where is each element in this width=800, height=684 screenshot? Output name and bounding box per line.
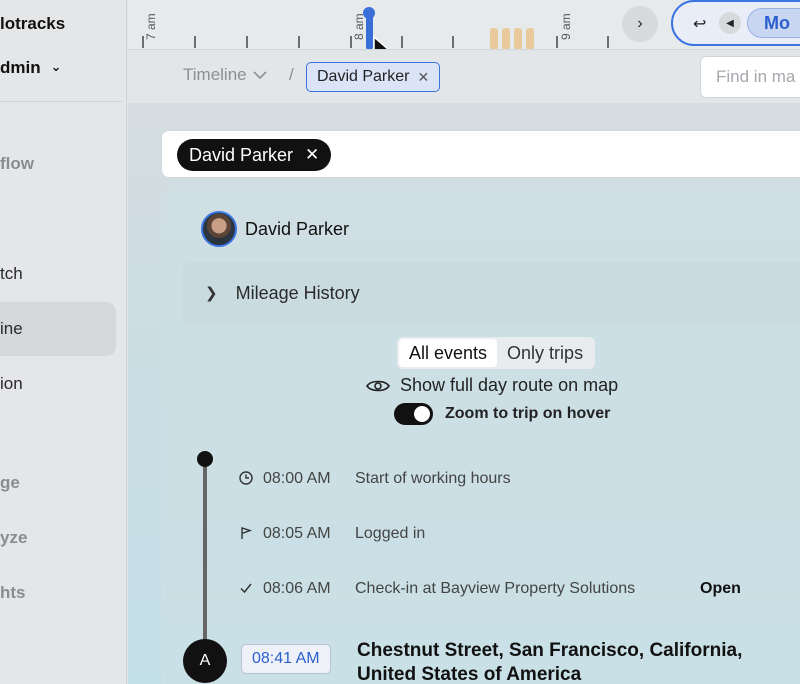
map-search-input[interactable]: Find in ma — [700, 56, 800, 98]
open-link[interactable]: Open — [700, 580, 741, 598]
chevron-right-icon: › — [637, 15, 643, 32]
previous-icon[interactable]: ◀ — [719, 12, 741, 34]
stop-time-badge[interactable]: 08:41 AM — [241, 644, 331, 674]
role-selector[interactable]: dmin ⌄ — [0, 58, 62, 78]
role-label: dmin — [0, 58, 41, 77]
breadcrumb-separator: / — [289, 65, 294, 84]
event-time: 08:00 AM — [263, 470, 331, 487]
sidebar-item-manage[interactable]: ge — [0, 456, 116, 510]
timeline-tick — [142, 36, 144, 48]
activity-block[interactable] — [490, 28, 498, 49]
timeline-next-button[interactable]: › — [622, 6, 658, 42]
show-route-label: Show full day route on map — [400, 375, 619, 395]
sidebar-item-timeline[interactable]: ine — [0, 302, 116, 356]
breadcrumb-current-label: David Parker — [317, 68, 410, 85]
chevron-down-icon — [253, 71, 267, 80]
hour-label: 7 am — [144, 13, 158, 40]
event-text: Start of working hours — [355, 470, 511, 487]
sidebar-item-workflow[interactable]: flow — [0, 137, 116, 191]
timeline-scrubber-handle[interactable] — [363, 7, 375, 19]
timeline-tick — [246, 36, 248, 48]
eye-icon — [366, 380, 390, 391]
sidebar-divider — [0, 101, 122, 102]
timeline-start-dot — [197, 451, 213, 467]
sidebar-item-analyze[interactable]: yze — [0, 511, 116, 565]
close-icon[interactable]: ✕ — [305, 145, 319, 165]
timeline-tick — [556, 36, 558, 48]
sidebar-item-label: ge — [0, 473, 20, 492]
mileage-history-row[interactable]: ❯ Mileage History — [183, 262, 800, 324]
chevron-down-icon: ⌄ — [50, 59, 62, 74]
activity-block[interactable] — [502, 28, 510, 49]
chevron-right-icon: ❯ — [205, 285, 218, 302]
timeline-track — [203, 460, 207, 650]
timeline-tick — [401, 36, 403, 48]
flag-icon — [239, 526, 253, 543]
timeline-scrubber[interactable] — [366, 14, 373, 49]
breadcrumb: Timeline / David Parker ✕ Find in ma — [128, 51, 800, 103]
main-content: David Parker ✕ David Parker ❯ Mileage Hi… — [128, 103, 800, 684]
breadcrumb-root[interactable]: Timeline — [183, 65, 267, 85]
sidebar-item-label: ine — [0, 319, 23, 338]
stop-address: Chestnut Street, San Francisco, Californ… — [357, 640, 743, 684]
sidebar: lotracks dmin ⌄ flow tch ine ion ge yze … — [0, 0, 127, 684]
timeline-event: 08:00 AM Start of working hours — [239, 470, 511, 488]
person-name: David Parker — [245, 218, 350, 239]
timeline-tick — [452, 36, 454, 48]
sidebar-item-label: tch — [0, 264, 23, 283]
tab-all-events[interactable]: All events — [399, 339, 498, 367]
hour-label: 9 am — [559, 13, 573, 40]
mode-button[interactable]: Mo — [747, 8, 800, 38]
event-filter-toggle: All events Only trips — [397, 337, 596, 369]
zoom-toggle-switch[interactable] — [394, 403, 433, 425]
sidebar-item-insights[interactable]: hts — [0, 566, 116, 620]
sidebar-item-label: ion — [0, 374, 23, 393]
activity-block[interactable] — [526, 28, 534, 49]
timeline-strip[interactable]: 7 am 8 am 9 am › ↩ ◀ Mo — [128, 0, 800, 50]
check-icon — [239, 581, 253, 598]
event-text: Logged in — [355, 525, 426, 542]
event-time: 08:05 AM — [263, 525, 331, 542]
zoom-toggle-label: Zoom to trip on hover — [445, 405, 611, 422]
clock-icon — [239, 470, 253, 488]
stop-marker[interactable]: A — [183, 639, 227, 683]
breadcrumb-current[interactable]: David Parker ✕ — [306, 62, 441, 92]
sidebar-item-label: hts — [0, 583, 26, 602]
avatar — [201, 211, 237, 247]
timeline-tick — [350, 36, 352, 48]
timeline-tick — [194, 36, 196, 48]
tab-only-trips[interactable]: Only trips — [497, 339, 593, 367]
timeline-tick — [607, 36, 609, 48]
zoom-on-hover-row: Zoom to trip on hover — [394, 403, 610, 425]
close-icon[interactable]: ✕ — [417, 69, 429, 86]
event-text: Check-in at Bayview Property Solutions — [355, 580, 636, 597]
playback-controls: ↩ ◀ Mo — [671, 0, 800, 46]
person-header: David Parker — [201, 211, 349, 247]
sidebar-item-location[interactable]: ion — [0, 357, 116, 411]
brand-name: lotracks — [0, 14, 66, 33]
mileage-history-label: Mileage History — [235, 282, 360, 303]
sidebar-item-label: flow — [0, 154, 34, 173]
event-time: 08:06 AM — [263, 580, 331, 597]
breadcrumb-root-label: Timeline — [183, 65, 247, 84]
filter-chip-label: David Parker — [189, 144, 294, 165]
timeline-event: 08:05 AM Logged in — [239, 525, 425, 543]
timeline-panel: David Parker ❯ Mileage History All event… — [161, 189, 800, 684]
sidebar-item-dispatch[interactable]: tch — [0, 247, 116, 301]
sidebar-item-label: yze — [0, 528, 28, 547]
filter-chip[interactable]: David Parker ✕ — [177, 139, 332, 171]
timeline-tick — [298, 36, 300, 48]
timeline-event: 08:06 AM Check-in at Bayview Property So… — [239, 580, 759, 598]
filter-bar[interactable]: David Parker ✕ — [161, 130, 800, 178]
activity-block[interactable] — [514, 28, 522, 49]
mouse-pointer-icon — [373, 36, 389, 49]
show-route-toggle[interactable]: Show full day route on map — [366, 375, 618, 396]
undo-icon[interactable]: ↩ — [693, 14, 706, 34]
